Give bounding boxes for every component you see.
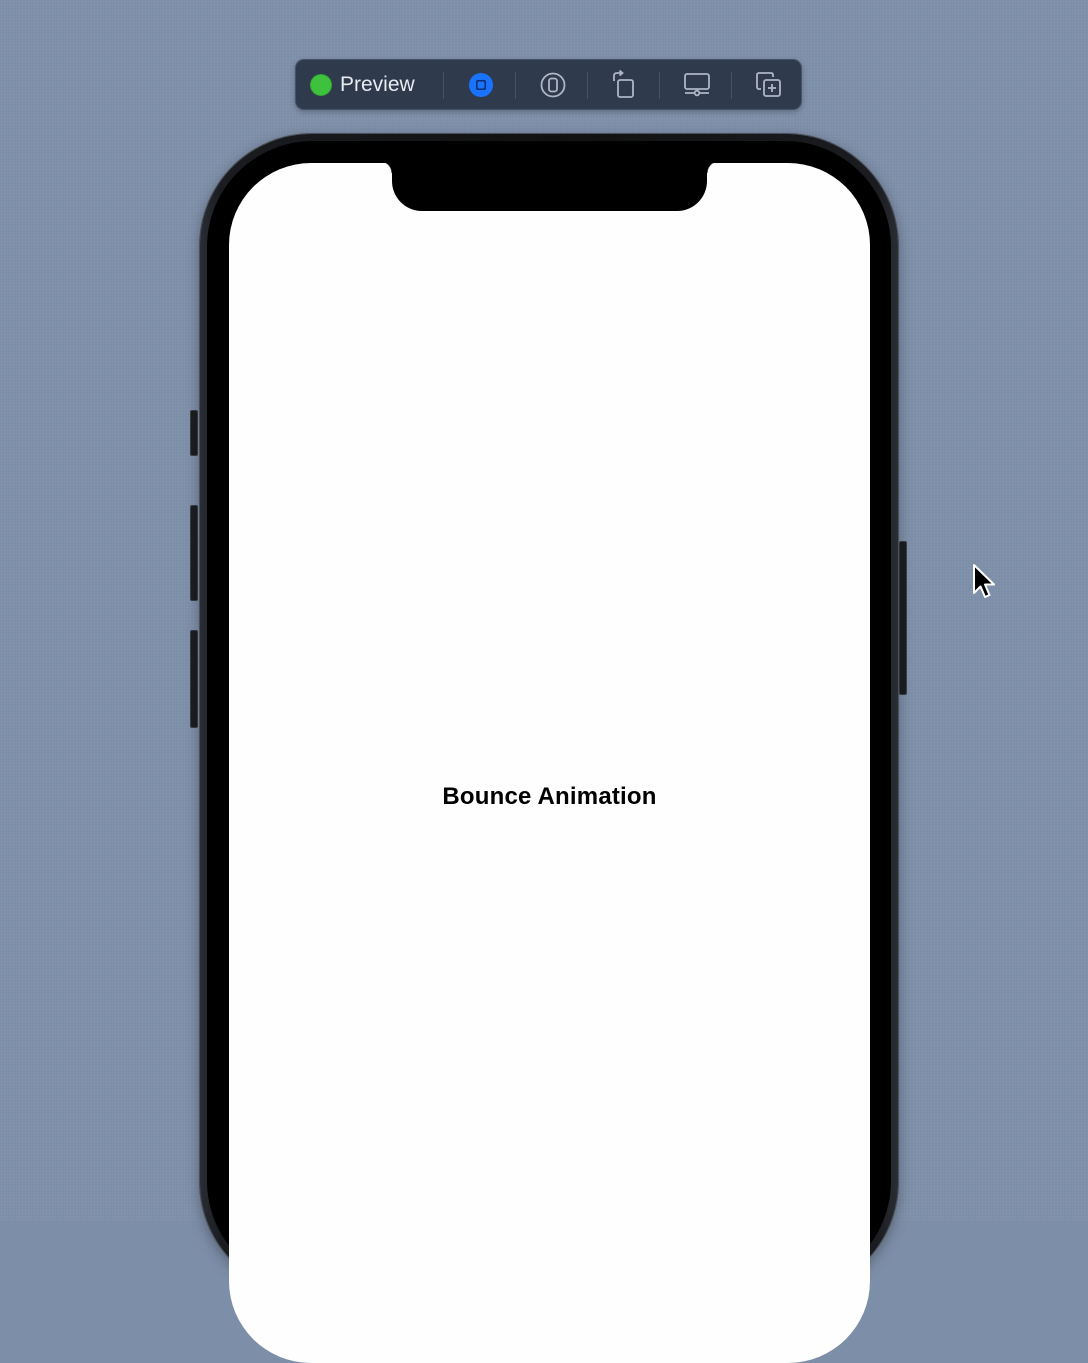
toolbar-divider: [587, 72, 588, 99]
status-indicator: [310, 74, 332, 96]
rotate-button[interactable]: [607, 69, 641, 101]
duplicate-preview-button[interactable]: [752, 69, 786, 101]
device-screen[interactable]: Bounce Animation: [229, 163, 870, 1363]
preview-label: Preview: [340, 73, 415, 96]
volume-up-button: [190, 505, 198, 601]
live-preview-icon: [468, 72, 494, 98]
preview-toolbar: Preview: [295, 59, 802, 110]
live-preview-button[interactable]: [464, 69, 498, 101]
device-settings-icon: [683, 72, 711, 98]
device-frame: Bounce Animation: [200, 134, 898, 1363]
toolbar-divider: [659, 72, 660, 99]
toolbar-divider: [515, 72, 516, 99]
mouse-cursor-icon: [972, 563, 996, 601]
screen-title: Bounce Animation: [442, 783, 657, 810]
silent-switch: [190, 410, 198, 456]
duplicate-preview-icon: [755, 71, 783, 99]
device-button[interactable]: [536, 69, 570, 101]
device-settings-button[interactable]: [680, 69, 714, 101]
notch: [380, 163, 719, 211]
volume-down-button: [190, 630, 198, 728]
power-button: [899, 541, 907, 695]
device-icon: [540, 72, 566, 98]
toolbar-divider: [443, 72, 444, 99]
rotate-device-icon: [611, 70, 637, 100]
toolbar-divider: [731, 72, 732, 99]
